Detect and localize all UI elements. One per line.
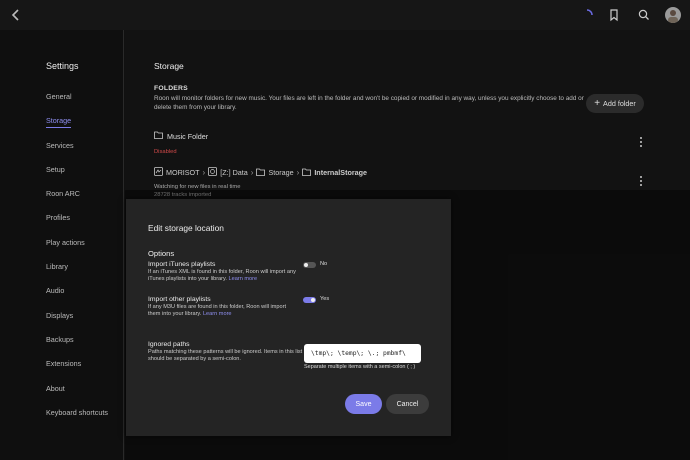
sidebar-item-audio[interactable]: Audio: [46, 286, 108, 310]
add-folder-label: Add folder: [603, 99, 636, 108]
page-title: Storage: [154, 61, 184, 71]
sidebar-item-setup[interactable]: Setup: [46, 165, 108, 189]
cancel-button[interactable]: Cancel: [386, 394, 429, 414]
avatar[interactable]: [665, 7, 681, 23]
option-title: Ignored paths: [148, 341, 190, 348]
sidebar-item-profiles[interactable]: Profiles: [46, 213, 108, 237]
other-playlists-toggle-state: Yes: [320, 296, 330, 302]
itunes-option: Import iTunes playlists If an iTunes XML…: [148, 261, 298, 283]
sidebar-item-services[interactable]: Services: [46, 141, 108, 165]
sidebar-item-general[interactable]: General: [46, 92, 108, 116]
toggle-knob: [311, 298, 315, 302]
sidebar-item-extensions[interactable]: Extensions: [46, 359, 108, 383]
folder-icon: [302, 168, 312, 178]
sidebar-item-displays[interactable]: Displays: [46, 311, 108, 335]
sidebar-item-play-actions[interactable]: Play actions: [46, 238, 108, 262]
chevron-left-icon[interactable]: [9, 7, 23, 23]
path-segment: Storage: [268, 168, 294, 177]
settings-nav: General Storage Services Setup Roon ARC …: [46, 92, 108, 432]
sidebar-item-about[interactable]: About: [46, 384, 108, 408]
itunes-toggle-state: No: [320, 261, 328, 267]
folder-row-music: Music Folder Disabled: [154, 131, 209, 156]
device-icon: [154, 167, 163, 178]
other-playlists-toggle[interactable]: [303, 297, 316, 303]
options-heading: Options: [148, 249, 175, 258]
sidebar-item-keyboard-shortcuts[interactable]: Keyboard shortcuts: [46, 408, 108, 432]
top-bar: [0, 0, 690, 30]
sidebar-item-backups[interactable]: Backups: [46, 335, 108, 359]
itunes-toggle[interactable]: [303, 262, 316, 268]
option-description: If an iTunes XML is found in this folder…: [148, 269, 296, 283]
kebab-menu-icon[interactable]: [637, 135, 645, 147]
sidebar-item-library[interactable]: Library: [46, 262, 108, 286]
folder-icon: [154, 131, 163, 141]
settings-sidebar: Settings General Storage Services Setup …: [0, 30, 124, 460]
dialog-title: Edit storage location: [148, 223, 224, 233]
learn-more-link[interactable]: Learn more: [229, 276, 258, 282]
ignored-paths-input[interactable]: \tmp\; \temp\; \.; pmbmf\: [304, 344, 421, 363]
ignored-paths-help: Separate multiple items with a semi-colo…: [304, 364, 416, 370]
ignored-paths-option: Ignored paths Paths matching these patte…: [148, 341, 308, 363]
kebab-menu-icon[interactable]: [637, 174, 645, 186]
option-description: Paths matching these patterns will be ig…: [148, 349, 303, 363]
path-segment: [Z:] Data: [220, 168, 248, 177]
toggle-knob: [304, 263, 308, 267]
edit-storage-dialog: Edit storage location Options Import iTu…: [126, 199, 451, 436]
plus-icon: +: [594, 97, 601, 109]
folder-name: Music Folder: [167, 131, 209, 141]
loading-spinner-icon: [580, 8, 594, 22]
chevron-right-icon: ›: [296, 168, 300, 177]
option-description: If any M3U files are found in this folde…: [148, 304, 287, 318]
folders-heading: FOLDERS: [154, 85, 188, 92]
sidebar-item-roon-arc[interactable]: Roon ARC: [46, 189, 108, 213]
option-title: Import iTunes playlists: [148, 261, 216, 268]
chevron-right-icon: ›: [250, 168, 254, 177]
add-folder-button[interactable]: + Add folder: [586, 94, 644, 113]
chevron-right-icon: ›: [202, 168, 206, 177]
other-playlists-option: Import other playlists If any M3U files …: [148, 296, 298, 318]
save-button[interactable]: Save: [345, 394, 382, 414]
sidebar-title: Settings: [46, 61, 79, 71]
path-segment: InternalStorage: [314, 168, 368, 177]
bookmark-icon[interactable]: [607, 8, 621, 22]
learn-more-link[interactable]: Learn more: [203, 311, 232, 317]
status-badge: Disabled: [154, 149, 177, 155]
option-title: Import other playlists: [148, 296, 211, 303]
sidebar-item-storage[interactable]: Storage: [46, 116, 108, 140]
device-name: MORISOT: [166, 168, 200, 177]
drive-icon: [208, 167, 218, 178]
breadcrumb: MORISOT › [Z:] Data › Storage › Internal…: [154, 167, 367, 178]
folder-icon: [256, 168, 266, 178]
search-icon[interactable]: [637, 8, 651, 22]
folders-description: Roon will monitor folders for new music.…: [154, 95, 584, 111]
